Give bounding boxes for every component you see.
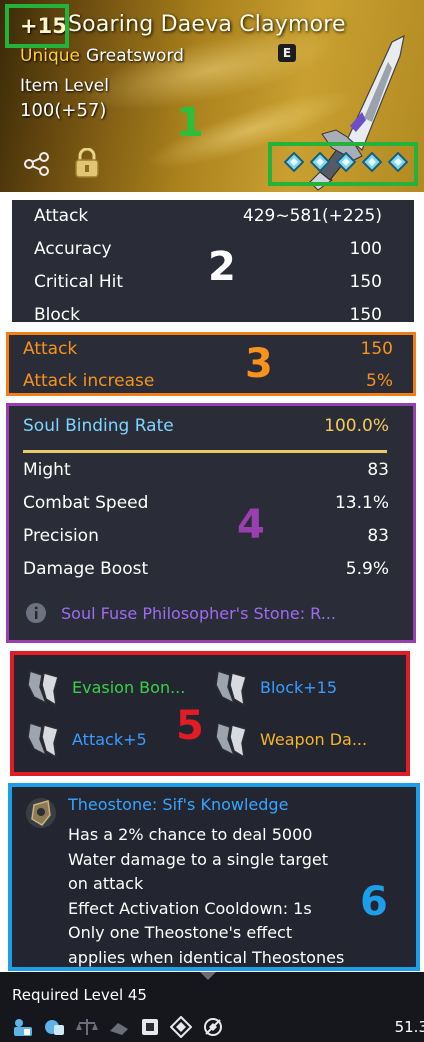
stat-label: Block bbox=[34, 305, 80, 325]
wing-emblem-icon bbox=[27, 670, 59, 707]
stat-label: Might bbox=[23, 460, 71, 480]
stat-label: Precision bbox=[23, 526, 99, 546]
info-icon bbox=[26, 603, 46, 623]
bonus-stats-panel: Attack 150 Attack increase 5% 3 bbox=[6, 332, 416, 396]
annotation-box-gems bbox=[268, 142, 418, 186]
share-icon[interactable] bbox=[24, 152, 50, 176]
annotation-number: 2 bbox=[208, 244, 236, 290]
item-header: +15 Soaring Daeva Claymore Unique Greatsw… bbox=[0, 0, 424, 192]
option-item[interactable]: Evasion Bon... bbox=[26, 667, 185, 707]
storage-icon bbox=[12, 1017, 34, 1041]
stat-label: Attack bbox=[23, 339, 78, 359]
theostone-description: Has a 2% chance to deal 5000 Water damag… bbox=[68, 823, 398, 970]
soul-fuse-row[interactable]: Soul Fuse Philosopher's Stone: R... bbox=[25, 602, 336, 624]
lock-icon[interactable] bbox=[74, 148, 100, 178]
item-level-label: Item Level bbox=[20, 76, 109, 96]
divider bbox=[23, 450, 387, 453]
enchant-icon bbox=[169, 1015, 193, 1042]
soul-binding-label: Soul Binding Rate bbox=[23, 416, 174, 436]
option-label: Attack+5 bbox=[72, 729, 147, 749]
stat-value: 100 bbox=[349, 239, 382, 259]
theostone-panel: Theostone: Sif's Knowledge Has a 2% chan… bbox=[8, 783, 420, 971]
random-options-panel: Evasion Bon... Block+15 Attack+5 Weapon … bbox=[10, 651, 410, 776]
stat-value: 83 bbox=[367, 460, 389, 480]
stat-row: Combat Speed 13.1% bbox=[23, 493, 389, 513]
soul-binding-value: 100.0% bbox=[324, 416, 389, 436]
description-line: on attack bbox=[68, 874, 144, 893]
option-label: Evasion Bon... bbox=[72, 677, 186, 697]
option-item[interactable]: Attack+5 bbox=[26, 719, 147, 759]
option-label: Weapon Da... bbox=[260, 729, 368, 749]
stat-row: Damage Boost 5.9% bbox=[23, 559, 389, 579]
annotation-number: 6 bbox=[360, 879, 388, 925]
item-type-line: Unique Greatsword bbox=[20, 46, 184, 66]
stat-value: 150 bbox=[349, 305, 382, 325]
stat-label: Accuracy bbox=[34, 239, 112, 259]
annotation-box-enchant bbox=[5, 4, 69, 48]
property-icons bbox=[12, 1015, 224, 1042]
stat-value: 5.9% bbox=[345, 559, 389, 579]
stat-value: 5% bbox=[366, 371, 393, 391]
annotation-number: 1 bbox=[176, 100, 204, 146]
base-stats-panel: Attack 429~581(+225) Accuracy 100 Critic… bbox=[8, 196, 418, 326]
account-storage-icon bbox=[44, 1017, 66, 1041]
option-item[interactable]: Weapon Da... bbox=[214, 719, 367, 759]
stat-value: 150 bbox=[349, 272, 382, 292]
stat-label: Critical Hit bbox=[34, 272, 124, 292]
stat-row: Attack 429~581(+225) bbox=[34, 206, 382, 226]
soul-binding-row: Soul Binding Rate 100.0% bbox=[23, 416, 389, 436]
stat-label: Attack increase bbox=[23, 371, 155, 391]
annotation-number: 4 bbox=[237, 502, 265, 548]
partial-value: 51.3 bbox=[394, 1018, 424, 1036]
weapon-type: Greatsword bbox=[85, 46, 184, 66]
stat-value: 150 bbox=[360, 339, 393, 359]
description-line: applies when identical Theostones bbox=[68, 947, 345, 967]
stat-value: 13.1% bbox=[334, 493, 389, 513]
scroll-indicator[interactable] bbox=[200, 972, 216, 980]
extract-icon bbox=[140, 1017, 160, 1041]
rarity-label: Unique bbox=[20, 46, 80, 66]
stat-label: Attack bbox=[34, 206, 89, 226]
description-line: Water damage to a single target bbox=[68, 849, 328, 869]
stat-row: Might 83 bbox=[23, 460, 389, 480]
soul-bind-icon bbox=[202, 1016, 224, 1042]
description-line: Only one Theostone's effect bbox=[68, 923, 293, 942]
stat-row: Precision 83 bbox=[23, 526, 389, 546]
soul-fuse-text: Soul Fuse Philosopher's Stone: R... bbox=[61, 603, 336, 623]
stat-value: 83 bbox=[367, 526, 389, 546]
stat-label: Damage Boost bbox=[23, 559, 149, 579]
option-label: Block+15 bbox=[260, 677, 338, 697]
annotation-number: 3 bbox=[245, 341, 273, 387]
stat-row: Block 150 bbox=[34, 305, 382, 325]
wing-emblem-icon bbox=[215, 670, 247, 707]
trade-icon bbox=[76, 1017, 98, 1041]
stat-label: Combat Speed bbox=[23, 493, 149, 513]
theostone-title: Theostone: Sif's Knowledge bbox=[68, 795, 289, 814]
stat-value: 429~581(+225) bbox=[242, 206, 382, 226]
description-line: Effect Activation Cooldown: 1s bbox=[68, 898, 312, 918]
required-level: Required Level 45 bbox=[12, 986, 147, 1004]
annotation-number: 5 bbox=[176, 703, 204, 749]
theostone-icon bbox=[26, 798, 56, 828]
item-level-value: 100(+57) bbox=[20, 100, 107, 121]
tooltip-footer: Required Level 45 51.3 bbox=[0, 972, 424, 1042]
stat-row: Attack 150 bbox=[23, 339, 393, 359]
option-item[interactable]: Block+15 bbox=[214, 667, 337, 707]
description-line: Has a 2% chance to deal 5000 bbox=[68, 825, 313, 844]
wing-emblem-icon bbox=[215, 722, 247, 759]
broker-icon bbox=[108, 1017, 130, 1041]
wing-emblem-icon bbox=[27, 722, 59, 759]
soul-stats-panel: Soul Binding Rate 100.0% Might 83 Combat… bbox=[6, 403, 416, 643]
stat-row: Attack increase 5% bbox=[23, 371, 393, 391]
